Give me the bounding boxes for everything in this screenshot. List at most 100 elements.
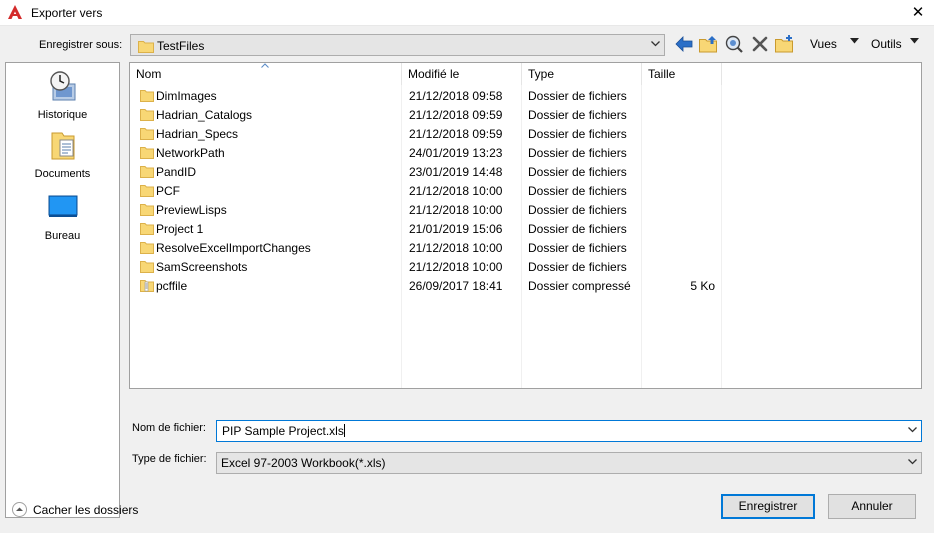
file-modified: 21/12/2018 09:59 [409, 127, 503, 141]
file-name: DimImages [156, 89, 217, 103]
chevron-down-icon [651, 41, 660, 47]
column-header-modified[interactable]: Modifié le [402, 63, 522, 85]
place-documents[interactable]: Documents [6, 129, 119, 180]
folder-icon [140, 240, 154, 257]
new-folder-icon[interactable] [774, 34, 794, 54]
column-type-label: Type [528, 67, 555, 81]
place-documents-label: Documents [34, 168, 91, 180]
title-bar: Exporter vers ✕ [0, 0, 934, 26]
file-type: Dossier de fichiers [528, 184, 627, 198]
file-row[interactable]: ResolveExcelImportChanges 21/12/2018 10:0… [130, 238, 921, 257]
save-in-value: TestFiles [157, 39, 205, 53]
place-history-label: Historique [37, 109, 88, 121]
file-name: Hadrian_Specs [156, 127, 239, 141]
hide-folders-label: Cacher les dossiers [33, 503, 139, 517]
file-row[interactable]: Hadrian_Specs 21/12/2018 09:59 Dossier de … [130, 124, 921, 143]
views-dropdown-icon[interactable] [850, 38, 859, 44]
history-clock-icon [49, 71, 75, 101]
column-size-label: Taille [648, 67, 676, 81]
file-name: Hadrian_Catalogs [156, 108, 253, 122]
file-name: NetworkPath [156, 146, 225, 160]
column-header-type[interactable]: Type [522, 63, 642, 85]
filename-label: Nom de fichier: [132, 422, 206, 434]
close-button[interactable]: ✕ [908, 3, 928, 23]
file-list[interactable]: Nom Modifié le Type Taille DimImages 21/1… [129, 62, 922, 389]
file-type: Dossier de fichiers [528, 222, 627, 236]
folder-icon [138, 41, 154, 53]
places-bar: Historique Documents Bureau [5, 62, 120, 518]
file-type: Dossier compressé [528, 279, 631, 293]
folder-icon [140, 202, 154, 219]
folder-icon [140, 221, 154, 238]
file-row[interactable]: PandID 23/01/2019 14:48 Dossier de fichier… [130, 162, 921, 181]
file-type: Dossier de fichiers [528, 146, 627, 160]
file-row[interactable]: SamScreenshots 21/12/2018 10:00 Dossier de… [130, 257, 921, 276]
desktop-monitor-icon [48, 195, 77, 217]
file-name: ResolveExcelImportChanges [156, 241, 311, 255]
delete-x-icon[interactable] [750, 34, 770, 54]
save-button[interactable]: Enregistrer [721, 494, 815, 519]
chevron-down-icon [908, 459, 917, 465]
column-modified-label: Modifié le [408, 67, 460, 81]
file-type: Dossier de fichiers [528, 165, 627, 179]
autocad-logo-icon [8, 5, 22, 19]
file-modified: 21/12/2018 09:58 [409, 89, 503, 103]
filetype-value: Excel 97-2003 Workbook(*.xls) [221, 456, 386, 470]
save-in-dropdown[interactable]: TestFiles [130, 34, 665, 56]
cancel-button[interactable]: Annuler [828, 494, 916, 519]
folder-icon [140, 259, 154, 276]
file-name: PCF [156, 184, 180, 198]
file-row[interactable]: PreviewLisps 21/12/2018 10:00 Dossier de f… [130, 200, 921, 219]
file-type: Dossier de fichiers [528, 260, 627, 274]
file-modified: 21/12/2018 10:00 [409, 260, 503, 274]
file-row[interactable]: Project 1 21/01/2019 15:06 Dossier de fich… [130, 219, 921, 238]
tools-dropdown-icon[interactable] [910, 38, 919, 44]
file-type: Dossier de fichiers [528, 241, 627, 255]
place-desktop-label: Bureau [44, 230, 81, 242]
place-history[interactable]: Historique [6, 70, 119, 121]
file-name: PreviewLisps [156, 203, 227, 217]
file-modified: 23/01/2019 14:48 [409, 165, 503, 179]
file-size: 5 Ko [690, 279, 715, 293]
text-caret [343, 424, 345, 437]
zip-folder-icon [140, 278, 154, 295]
save-in-label: Enregistrer sous: [39, 39, 123, 51]
chevron-down-icon[interactable] [908, 427, 917, 433]
file-name: SamScreenshots [156, 260, 248, 274]
file-row[interactable]: pcffile 26/09/2017 18:41 Dossier compressé… [130, 276, 921, 295]
file-modified: 21/12/2018 10:00 [409, 184, 503, 198]
file-name: pcffile [156, 279, 188, 293]
window-title: Exporter vers [31, 6, 103, 20]
file-type: Dossier de fichiers [528, 89, 627, 103]
folder-icon [140, 183, 154, 200]
back-arrow-icon[interactable] [674, 34, 694, 54]
folder-icon [140, 107, 154, 124]
tools-menu-label[interactable]: Outils [871, 37, 902, 51]
file-modified: 26/09/2017 18:41 [409, 279, 503, 293]
file-modified: 21/12/2018 10:00 [409, 203, 503, 217]
folder-icon [140, 164, 154, 181]
file-modified: 21/01/2019 15:06 [409, 222, 503, 236]
column-name-label: Nom [136, 67, 162, 81]
filename-value: PIP Sample Project.xls [222, 424, 344, 438]
folder-up-icon[interactable] [698, 34, 718, 54]
file-modified: 21/12/2018 09:59 [409, 108, 503, 122]
collapse-up-icon [12, 502, 27, 517]
folder-icon [140, 126, 154, 143]
folder-icon [140, 145, 154, 162]
search-web-icon[interactable] [724, 34, 744, 54]
column-header-size[interactable]: Taille [642, 63, 722, 85]
sort-ascending-icon [261, 63, 269, 68]
filetype-dropdown[interactable]: Excel 97-2003 Workbook(*.xls) [216, 452, 922, 474]
file-name: Project 1 [156, 222, 204, 236]
file-modified: 24/01/2019 13:23 [409, 146, 503, 160]
column-header-name[interactable]: Nom [130, 63, 402, 85]
file-row[interactable]: NetworkPath 24/01/2019 13:23 Dossier de fi… [130, 143, 921, 162]
file-row[interactable]: PCF 21/12/2018 10:00 Dossier de fichiers [130, 181, 921, 200]
filetype-label: Type de fichier: [132, 453, 207, 465]
views-menu-label[interactable]: Vues [810, 37, 837, 51]
place-desktop[interactable]: Bureau [6, 191, 119, 242]
filename-input[interactable]: PIP Sample Project.xls [216, 420, 922, 442]
file-row[interactable]: DimImages 21/12/2018 09:58 Dossier de fich… [130, 86, 921, 105]
file-row[interactable]: Hadrian_Catalogs 21/12/2018 09:59 Dossier … [130, 105, 921, 124]
